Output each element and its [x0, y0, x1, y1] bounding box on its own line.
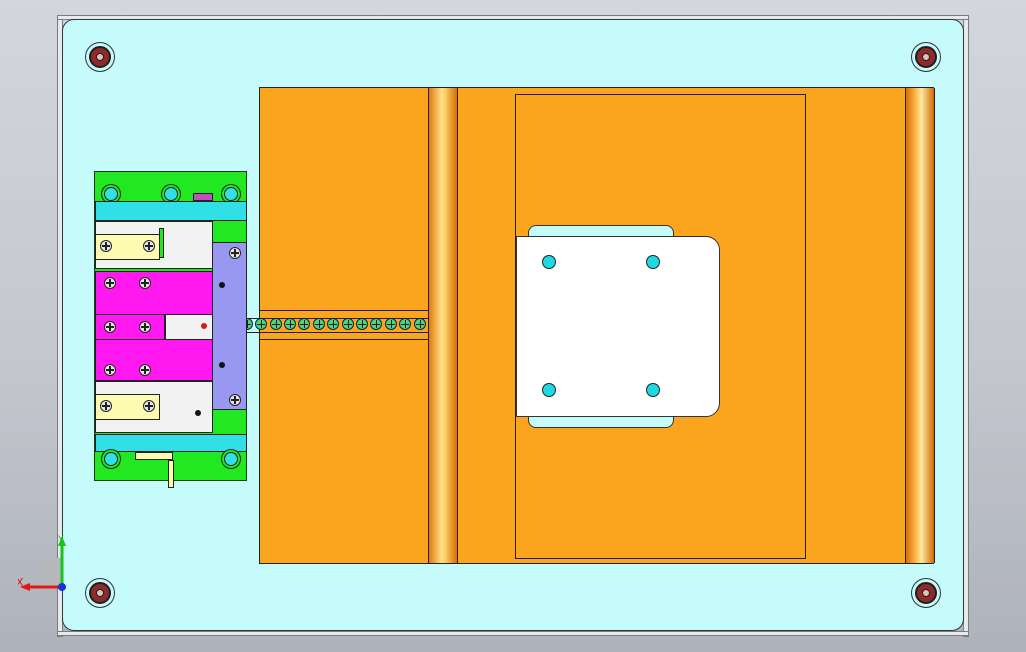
chain-bead-icon — [399, 318, 411, 330]
screw-icon — [100, 400, 112, 412]
chain-bead-icon — [313, 318, 325, 330]
chain-bead-icon — [298, 318, 310, 330]
screw-icon — [104, 364, 116, 376]
axis-triad: X Y — [18, 535, 66, 591]
screw-icon — [229, 394, 241, 406]
ejector-icon — [195, 410, 201, 416]
bottom-cap-bar — [95, 434, 247, 452]
chain-bead-icon — [356, 318, 368, 330]
carrier-bolt-icon — [542, 255, 556, 269]
chain-bead-icon — [270, 318, 282, 330]
chain-bead-icon — [255, 318, 267, 330]
carrier-bolt-icon — [542, 383, 556, 397]
mounting-hole-bottom-left — [89, 582, 111, 604]
screw-icon — [104, 321, 116, 333]
red-pin-icon — [201, 323, 207, 329]
triad-shadow — [36, 557, 62, 588]
screw-icon — [139, 321, 151, 333]
chain-bead-icon — [342, 318, 354, 330]
mounting-hole-top-right — [915, 46, 937, 68]
top-cap-bar — [95, 201, 247, 221]
mounting-hole-bottom-right — [915, 582, 937, 604]
sprue-bushing — [135, 452, 173, 460]
screw-icon — [143, 240, 155, 252]
mold-block[interactable] — [94, 171, 247, 488]
carrier-plate[interactable] — [516, 236, 720, 417]
y-axis-label: Y — [57, 535, 64, 545]
dowel-icon — [219, 362, 225, 368]
mounting-hole-top-left — [89, 46, 111, 68]
carrier-bolt-icon — [646, 255, 660, 269]
screw-icon — [143, 400, 155, 412]
green-shim — [159, 228, 164, 258]
z-axis-icon — [58, 583, 66, 591]
chain-bead-icon — [327, 318, 339, 330]
corner-hole-icon — [224, 187, 238, 201]
pin-detail — [193, 193, 213, 201]
screw-icon — [139, 277, 151, 289]
chain-bead-icon — [370, 318, 382, 330]
screw-icon — [139, 364, 151, 376]
chain-bead-icon — [385, 318, 397, 330]
x-axis-label: X — [18, 576, 24, 589]
screw-icon — [229, 247, 241, 259]
guide-block-right — [212, 242, 247, 410]
corner-hole-icon — [104, 187, 118, 201]
guide-rail-left[interactable] — [428, 88, 458, 563]
chain-bead-icon — [284, 318, 296, 330]
screw-icon — [104, 277, 116, 289]
dowel-icon — [219, 282, 225, 288]
guide-rail-right[interactable] — [905, 88, 935, 563]
corner-hole-icon — [164, 187, 178, 201]
screw-icon — [100, 240, 112, 252]
corner-hole-icon — [224, 452, 238, 466]
corner-hole-icon — [104, 452, 118, 466]
chain-bead-icon — [414, 318, 426, 330]
frame-bottom-edge — [57, 631, 969, 636]
carrier-bolt-icon — [646, 383, 660, 397]
sprue-pin — [168, 460, 174, 488]
